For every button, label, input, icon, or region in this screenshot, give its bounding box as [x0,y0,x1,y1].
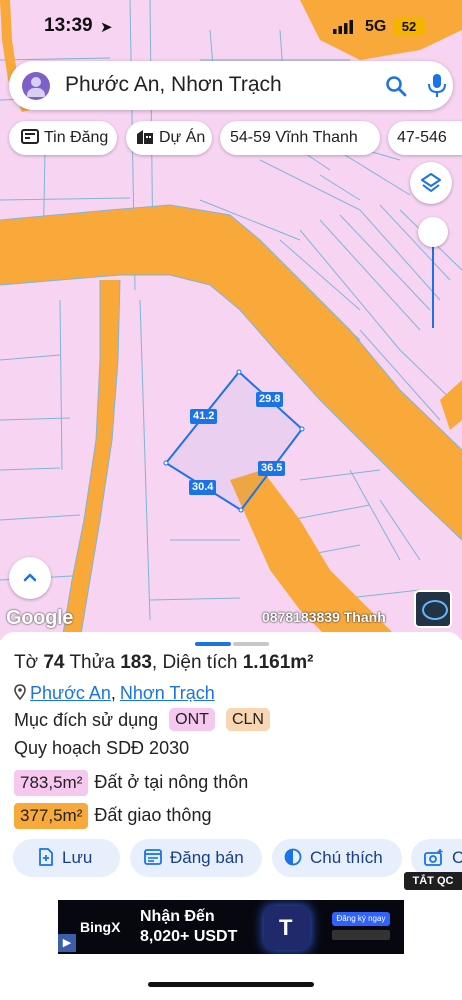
location-pin-icon [14,684,26,701]
area-badge: 377,5m² [14,803,89,829]
listing-icon [144,849,162,865]
microphone-icon[interactable] [426,72,448,100]
parcel-title: Tờ 74 Thửa 183, Diện tích 1.161m² [14,652,314,674]
post-listing-label: Đăng bán [170,848,244,867]
network-type: 5G [365,18,387,35]
home-indicator[interactable] [148,982,314,987]
area-badge: 783,5m² [14,770,89,796]
search-input[interactable]: Phước An, Nhơn Trạch [65,73,282,97]
ad-info-icon[interactable]: ▶ [58,934,76,952]
purpose-label: Mục đích sử dụng [14,710,159,730]
location-arrow-icon: ➤ [100,19,113,36]
ad-subline: 8,020+ USDT [140,928,238,945]
opacity-slider-handle[interactable] [418,217,448,247]
parcel-edge-label: 29.8 [256,392,284,407]
chevron-up-icon [23,573,37,582]
parcel-info-sheet: Tờ 74 Thửa 183, Diện tích 1.161m² Phước … [0,632,462,1000]
chip-location-1[interactable]: 54-59 Vĩnh Thanh [220,121,380,155]
ad-brand: BingX [80,919,121,935]
ward-link[interactable]: Phước An [30,683,111,703]
sheet-page-indicator[interactable] [233,642,269,646]
parcel-edge-label: 36.5 [258,461,286,476]
save-add-icon [39,848,53,866]
chip-label: 54-59 Vĩnh Thanh [230,129,358,146]
land-purpose-row: Mục đích sử dụng ONT CLN [14,708,270,732]
district-link[interactable]: Nhơn Trạch [120,683,215,703]
chip-du-an[interactable]: Dự Án [126,121,212,155]
ad-headline: Nhận Đến [140,908,215,925]
status-time: 13:39 [44,15,93,36]
chip-label: Dự Án [159,129,206,146]
ad-cta-button[interactable]: Đăng ký ngay [332,912,390,926]
app-screen: 41.2 29.8 36.5 30.4 13:39 ➤ 5G 52 Phước … [0,0,462,1000]
camera-icon [424,848,443,866]
parcel-edge-label: 30.4 [189,480,217,495]
area-breakdown-row: 377,5m² Đất giao thông [14,803,211,829]
plot-label: Thửa [69,652,115,673]
sheet-label: Tờ [14,652,39,673]
chip-label: 47-546 [397,129,447,146]
camera-label: C [452,848,462,867]
area-value: 1.161m² [242,652,314,673]
legend-icon [284,848,302,866]
legend-button[interactable]: Chú thích [272,839,402,877]
purpose-tag-ont[interactable]: ONT [169,708,215,732]
search-bar[interactable]: Phước An, Nhơn Trạch [9,61,453,110]
area-type-label: Đất ở tại nông thôn [94,772,249,792]
signal-icon [333,20,353,34]
layers-button[interactable] [410,162,452,204]
map-view[interactable]: 41.2 29.8 36.5 30.4 13:39 ➤ 5G 52 Phước … [0,0,462,640]
parcel-edge-label: 41.2 [190,409,218,424]
google-logo: Google [6,607,74,629]
area-breakdown-row: 783,5m² Đất ở tại nông thôn [14,770,248,796]
legend-label: Chú thích [310,848,383,867]
app-store-badges [332,930,390,940]
address-row: Phước An, Nhơn Trạch [14,683,215,704]
address-separator: , [110,683,116,703]
status-bar: 13:39 ➤ 5G 52 [0,0,462,52]
ad-banner[interactable]: BingX Nhận Đến 8,020+ USDT Đăng ký ngay [58,900,404,954]
area-type-label: Đất giao thông [94,805,212,825]
ad-token-icon [264,906,310,950]
map-thumbnail[interactable] [414,590,452,628]
avatar[interactable] [22,72,50,100]
save-label: Lưu [62,848,93,867]
purpose-tag-cln[interactable]: CLN [225,708,270,732]
chip-location-2[interactable]: 47-546 [388,121,462,155]
area-label: , Diện tích [151,652,238,673]
plot-number: 183 [120,652,152,673]
sheet-page-indicator-active[interactable] [195,642,231,646]
plan-label: Quy hoạch SDĐ 2030 [14,738,190,758]
battery-icon: 52 [393,17,425,36]
chip-label: Tin Đăng [44,129,109,146]
sheet-number: 74 [43,652,65,673]
post-listing-button[interactable]: Đăng bán [130,839,262,877]
search-icon[interactable] [384,74,408,98]
close-ad-button[interactable]: TẮT QC [404,872,462,890]
map-watermark: 0878183839 Thanh [262,609,386,625]
expand-up-button[interactable] [9,557,51,599]
layers-icon [421,173,441,192]
newspaper-icon [21,128,39,144]
chip-tin-dang[interactable]: Tin Đăng [9,121,117,155]
building-icon [137,130,153,145]
save-button[interactable]: Lưu [13,839,120,877]
